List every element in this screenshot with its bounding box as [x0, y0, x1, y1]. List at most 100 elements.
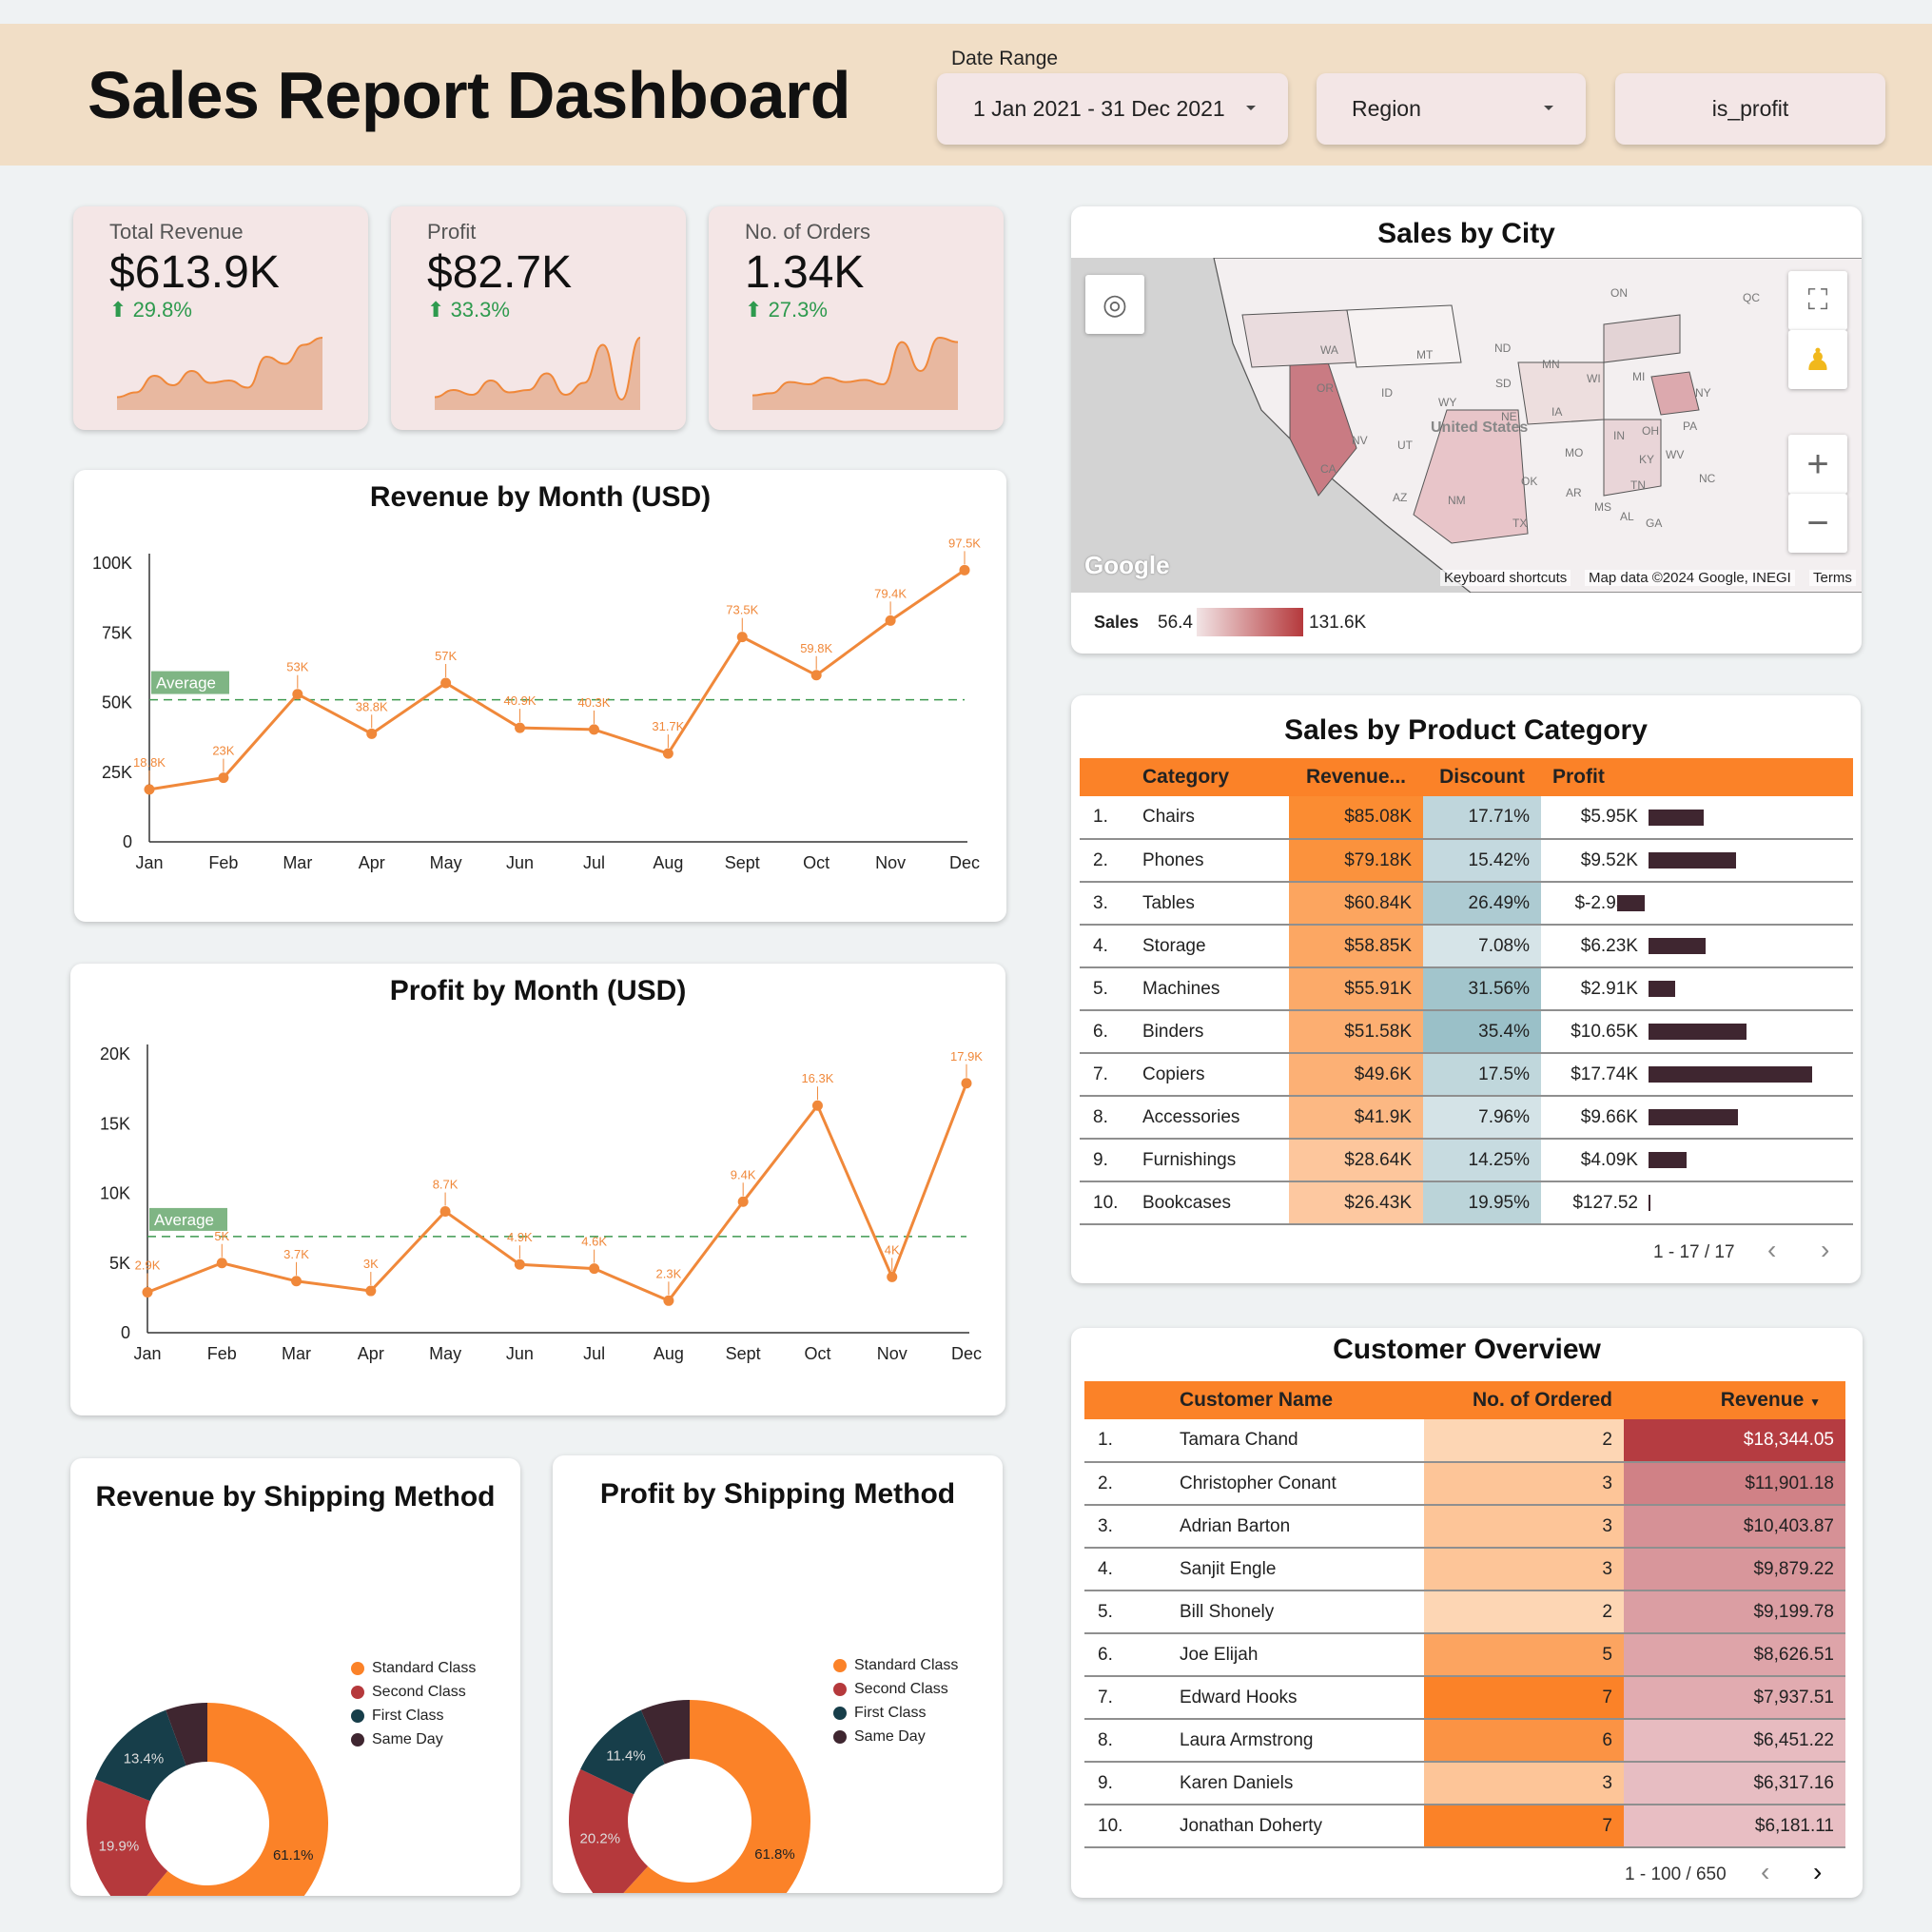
- data-label: 18.8K: [133, 755, 166, 770]
- profit-bar-cell: [1646, 1010, 1853, 1054]
- pegman-button[interactable]: ♟: [1788, 330, 1847, 389]
- table-row[interactable]: 2. Phones $79.18K 15.42% $9.52K: [1080, 839, 1853, 883]
- kpi-profit: Profit $82.7K ⬆ 33.3%: [391, 206, 686, 430]
- data-point: [514, 1259, 525, 1270]
- pagination-label: 1 - 100 / 650: [1625, 1864, 1727, 1884]
- average-label: Average: [156, 674, 216, 693]
- is-profit-filter[interactable]: is_profit: [1615, 73, 1885, 145]
- y-tick-label: 50K: [102, 693, 132, 712]
- data-point: [142, 1287, 153, 1298]
- table-row[interactable]: 8. Laura Armstrong 6 $6,451.22: [1084, 1719, 1845, 1763]
- data-label: 5K: [214, 1229, 229, 1243]
- table-row[interactable]: 8. Accessories $41.9K 7.96% $9.66K: [1080, 1096, 1853, 1140]
- x-tick-label: Oct: [803, 853, 829, 872]
- column-header-sorted[interactable]: Revenue ▼: [1624, 1381, 1845, 1419]
- y-tick-label: 0: [123, 832, 132, 851]
- orders-cell: 3: [1424, 1762, 1624, 1805]
- customer-name-cell: Jonathan Doherty: [1180, 1805, 1424, 1848]
- row-index: 2.: [1084, 1462, 1180, 1506]
- next-page-button[interactable]: ›: [1813, 1857, 1822, 1887]
- profit-cell: $5.95K: [1541, 796, 1646, 840]
- table-row[interactable]: 7. Copiers $49.6K 17.5% $17.74K: [1080, 1053, 1853, 1097]
- kpi-delta: ⬆ 29.8%: [109, 298, 192, 322]
- keyboard-shortcuts-link[interactable]: Keyboard shortcuts: [1440, 570, 1571, 586]
- zoom-out-button[interactable]: −: [1788, 494, 1847, 553]
- revenue-cell: $11,901.18: [1624, 1462, 1845, 1506]
- next-page-button[interactable]: ›: [1821, 1235, 1829, 1265]
- table-row[interactable]: 3. Adrian Barton 3 $10,403.87: [1084, 1505, 1845, 1549]
- revenue-cell: $55.91K: [1289, 967, 1423, 1011]
- x-tick-label: Jul: [583, 1344, 605, 1363]
- table-row[interactable]: 1. Chairs $85.08K 17.71% $5.95K: [1080, 796, 1853, 840]
- profit-cell: $9.52K: [1541, 839, 1646, 883]
- data-label: 2.3K: [656, 1266, 682, 1280]
- x-tick-label: Mar: [282, 1344, 311, 1363]
- revenue-by-shipping-card: Revenue by Shipping Method 61.1% 19.9% 13.…: [70, 1458, 520, 1896]
- profit-bar-cell: [1646, 1181, 1853, 1225]
- revenue-cell: $9,199.78: [1624, 1590, 1845, 1634]
- customer-name-cell: Sanjit Engle: [1180, 1548, 1424, 1591]
- column-header[interactable]: Revenue...: [1289, 758, 1423, 796]
- data-label: 97.5K: [948, 536, 981, 550]
- row-index: 4.: [1080, 925, 1137, 968]
- table-row[interactable]: 6. Binders $51.58K 35.4% $10.65K: [1080, 1010, 1853, 1054]
- profit-donut-chart: 61.8% 20.2% 11.4%: [569, 1700, 810, 1893]
- revenue-cell: $58.85K: [1289, 925, 1423, 968]
- fullscreen-button[interactable]: ⛶: [1788, 271, 1847, 330]
- state-label: AL: [1620, 510, 1634, 523]
- table-row[interactable]: 5. Bill Shonely 2 $9,199.78: [1084, 1590, 1845, 1634]
- column-header[interactable]: Customer Name: [1180, 1381, 1424, 1419]
- data-label: 17.9K: [950, 1049, 983, 1064]
- kpi-orders: No. of Orders 1.34K ⬆ 27.3%: [709, 206, 1004, 430]
- state-label: ND: [1494, 342, 1512, 355]
- column-header[interactable]: Category: [1137, 758, 1289, 796]
- orders-cell: 3: [1424, 1505, 1624, 1549]
- plus-icon: +: [1806, 442, 1829, 485]
- column-header[interactable]: Discount: [1423, 758, 1541, 796]
- profit-cell: $10.65K: [1541, 1010, 1646, 1054]
- table-row[interactable]: 9. Karen Daniels 3 $6,317.16: [1084, 1762, 1845, 1805]
- table-row[interactable]: 10. Bookcases $26.43K 19.95% $127.52: [1080, 1181, 1853, 1225]
- profit-by-shipping-card: Profit by Shipping Method 61.8% 20.2% 11.4…: [553, 1455, 1003, 1893]
- profit-bar: [1649, 1195, 1650, 1211]
- table-row[interactable]: 10. Jonathan Doherty 7 $6,181.11: [1084, 1805, 1845, 1848]
- category-table-card: Sales by Product Category Category Reven…: [1071, 695, 1861, 1283]
- sort-desc-icon: ▼: [1809, 1395, 1821, 1409]
- date-range-dropdown[interactable]: 1 Jan 2021 - 31 Dec 2021: [937, 73, 1288, 145]
- table-row[interactable]: 7. Edward Hooks 7 $7,937.51: [1084, 1676, 1845, 1720]
- column-header[interactable]: Profit: [1541, 758, 1646, 796]
- table-row[interactable]: 4. Storage $58.85K 7.08% $6.23K: [1080, 925, 1853, 968]
- table-row[interactable]: 6. Joe Elijah 5 $8,626.51: [1084, 1633, 1845, 1677]
- google-logo: Google: [1084, 551, 1170, 579]
- legend-item: Second Class: [833, 1681, 948, 1698]
- arrow-up-icon: ⬆: [745, 298, 763, 322]
- prev-page-button[interactable]: ‹: [1767, 1235, 1776, 1265]
- terms-link[interactable]: Terms: [1809, 570, 1856, 586]
- row-index: 3.: [1080, 882, 1137, 926]
- region-dropdown[interactable]: Region: [1317, 73, 1586, 145]
- table-row[interactable]: 3. Tables $60.84K 26.49% $-2.95K: [1080, 882, 1853, 926]
- column-header[interactable]: No. of Ordered: [1424, 1381, 1624, 1419]
- table-row[interactable]: 2. Christopher Conant 3 $11,901.18: [1084, 1462, 1845, 1506]
- x-tick-label: Feb: [208, 853, 238, 872]
- data-point: [811, 1100, 823, 1111]
- state-label: OK: [1521, 475, 1538, 488]
- revenue-cell: $26.43K: [1289, 1181, 1423, 1225]
- table-row[interactable]: 9. Furnishings $28.64K 14.25% $4.09K: [1080, 1139, 1853, 1182]
- kpi-value: $613.9K: [109, 247, 280, 298]
- table-row[interactable]: 5. Machines $55.91K 31.56% $2.91K: [1080, 967, 1853, 1011]
- table-row[interactable]: 4. Sanjit Engle 3 $9,879.22: [1084, 1548, 1845, 1591]
- customer-name-cell: Bill Shonely: [1180, 1590, 1424, 1634]
- category-cell: Storage: [1137, 925, 1289, 968]
- table-row[interactable]: 1. Tamara Chand 2 $18,344.05: [1084, 1419, 1845, 1463]
- x-tick-label: Nov: [875, 853, 906, 872]
- map-canvas[interactable]: WA MT ND OR ID WY SD NE NV UT CA AZ NM TX OK MN IA MO AR WI…: [1071, 258, 1862, 593]
- prev-page-button[interactable]: ‹: [1761, 1857, 1769, 1887]
- state-label: QC: [1743, 291, 1760, 304]
- locate-button[interactable]: ◎: [1085, 275, 1144, 334]
- revenue-cell: $85.08K: [1289, 796, 1423, 840]
- data-label: 73.5K: [726, 603, 758, 617]
- zoom-in-button[interactable]: +: [1788, 435, 1847, 494]
- row-index: 9.: [1084, 1762, 1180, 1805]
- category-table: Category Revenue... Discount Profit 1. Ch…: [1080, 758, 1853, 1225]
